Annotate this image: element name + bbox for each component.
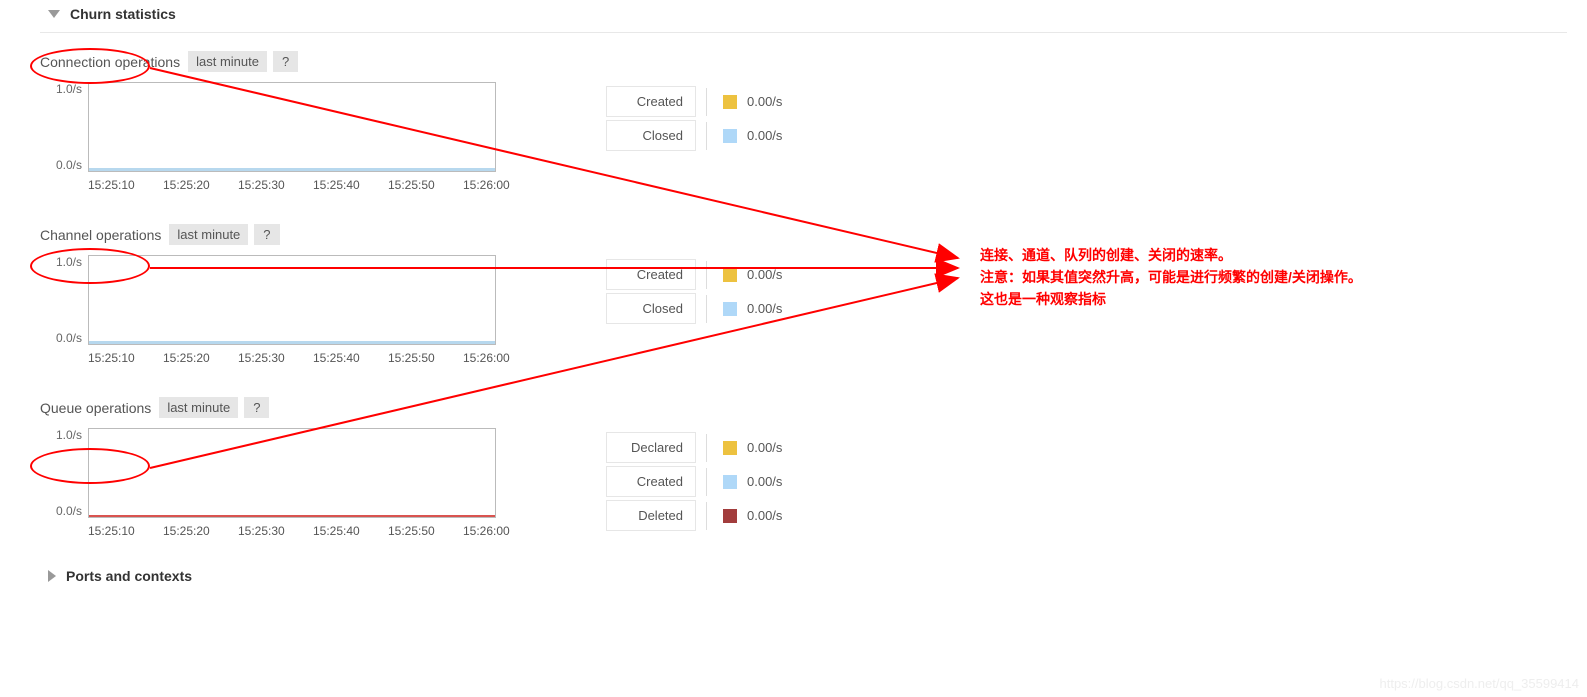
divider <box>40 32 1567 33</box>
legend-swatch <box>723 475 737 489</box>
help-button[interactable]: ? <box>273 51 298 72</box>
section-churn-statistics[interactable]: Churn statistics <box>0 0 1587 32</box>
legend-label: Closed <box>606 293 696 324</box>
panel-title-row: Queue operations last minute? <box>40 397 1587 418</box>
section-title: Churn statistics <box>70 6 176 22</box>
legend-value: 0.00/s <box>747 128 782 143</box>
time-range-selector[interactable]: last minute <box>159 397 238 418</box>
legend-row: Created 0.00/s <box>606 87 782 121</box>
y-axis: 1.0/s0.0/s <box>40 255 88 345</box>
legend: Declared 0.00/s Created 0.00/s Deleted 0.00/s <box>606 433 782 535</box>
legend: Created 0.00/s Closed 0.00/s <box>606 260 782 328</box>
panel-title-row: Connection operations last minute? <box>40 51 1587 72</box>
section-title: Ports and contexts <box>66 568 192 584</box>
section-ports-contexts[interactable]: Ports and contexts <box>0 538 1587 594</box>
watermark: https://blog.csdn.net/qq_35599414 <box>1380 676 1580 691</box>
panel-title-row: Channel operations last minute? <box>40 224 1587 245</box>
help-button[interactable]: ? <box>244 397 269 418</box>
legend-value: 0.00/s <box>747 508 782 523</box>
legend-row: Closed 0.00/s <box>606 121 782 155</box>
chart-area <box>88 428 496 518</box>
y-axis: 1.0/s0.0/s <box>40 428 88 518</box>
legend-row: Deleted 0.00/s <box>606 501 782 535</box>
legend-row: Created 0.00/s <box>606 260 782 294</box>
legend-value: 0.00/s <box>747 94 782 109</box>
legend-label: Deleted <box>606 500 696 531</box>
legend-label: Created <box>606 86 696 117</box>
panel-title: Queue operations <box>40 400 151 416</box>
legend-value: 0.00/s <box>747 301 782 316</box>
chevron-down-icon <box>48 10 60 18</box>
chart-area <box>88 255 496 345</box>
legend-swatch <box>723 302 737 316</box>
legend-row: Closed 0.00/s <box>606 294 782 328</box>
legend-swatch <box>723 509 737 523</box>
legend-swatch <box>723 95 737 109</box>
legend-label: Created <box>606 466 696 497</box>
help-button[interactable]: ? <box>254 224 279 245</box>
panel-title: Connection operations <box>40 54 180 70</box>
legend-swatch <box>723 268 737 282</box>
legend-swatch <box>723 441 737 455</box>
panel-title: Channel operations <box>40 227 161 243</box>
legend-value: 0.00/s <box>747 474 782 489</box>
legend-row: Declared 0.00/s <box>606 433 782 467</box>
legend-value: 0.00/s <box>747 440 782 455</box>
legend-label: Declared <box>606 432 696 463</box>
time-range-selector[interactable]: last minute <box>169 224 248 245</box>
legend-swatch <box>723 129 737 143</box>
y-axis: 1.0/s0.0/s <box>40 82 88 172</box>
time-range-selector[interactable]: last minute <box>188 51 267 72</box>
legend: Created 0.00/s Closed 0.00/s <box>606 87 782 155</box>
legend-value: 0.00/s <box>747 267 782 282</box>
x-axis: 15:25:1015:25:2015:25:3015:25:4015:25:50… <box>40 178 538 192</box>
legend-row: Created 0.00/s <box>606 467 782 501</box>
chevron-right-icon <box>48 570 56 582</box>
x-axis: 15:25:1015:25:2015:25:3015:25:4015:25:50… <box>40 524 538 538</box>
legend-label: Created <box>606 259 696 290</box>
legend-label: Closed <box>606 120 696 151</box>
chart-area <box>88 82 496 172</box>
x-axis: 15:25:1015:25:2015:25:3015:25:4015:25:50… <box>40 351 538 365</box>
